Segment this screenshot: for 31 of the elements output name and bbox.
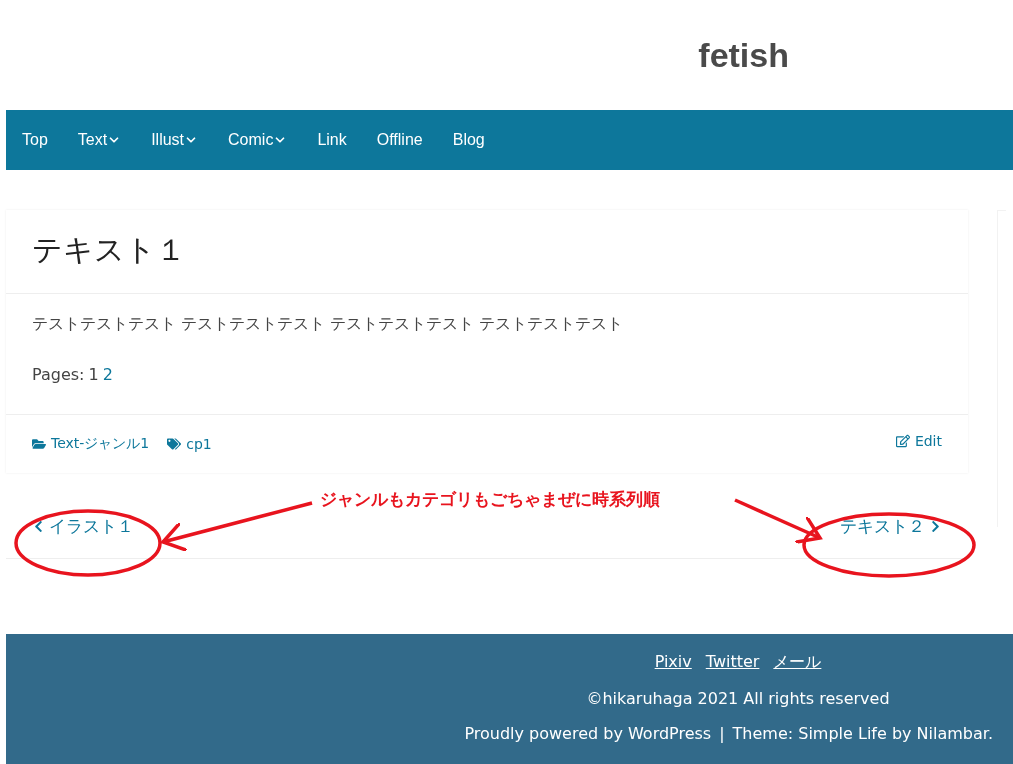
theme-credit: Theme: Simple Life by Nilambar. [732,724,993,743]
nav-item[interactable]: Link [317,131,347,149]
chevron-right-icon [929,520,942,533]
post-body: テストテストテスト テストテストテスト テストテストテスト テストテストテスト [32,314,625,335]
footer-link[interactable]: Twitter [705,652,760,673]
nav-item[interactable]: Top [22,131,48,149]
nav-item[interactable]: Offline [376,131,423,149]
tags-icon [167,437,182,451]
nav-item[interactable]: Comic [228,131,288,149]
tag-link[interactable]: cp1 [167,436,212,452]
post-title: テキスト１ [32,231,187,269]
site-title[interactable]: fetish [698,35,789,75]
chevron-left-icon [32,520,45,533]
footer-link[interactable]: Pixiv [654,652,692,673]
copyright-text: ©hikaruhaga 2021 All rights reserved [586,689,890,708]
edit-link[interactable]: Edit [895,433,942,449]
page-link[interactable]: 2 [102,365,113,384]
wordpress-credit[interactable]: Proudly powered by WordPress [464,724,712,743]
previous-post-link[interactable]: イラスト１ [32,515,134,538]
folder-icon [32,437,46,451]
next-post-link[interactable]: テキスト２ [840,515,942,538]
footer-link[interactable]: メール [773,652,822,673]
page-link[interactable]: 1 [88,365,99,384]
nav-item[interactable]: Blog [452,131,485,149]
nav-item[interactable]: Illust [151,131,199,149]
nav-item[interactable]: Text [77,131,122,149]
category-link[interactable]: Text-ジャンル1 [32,435,150,453]
separator: | [719,724,725,743]
pages-label: Pages: [32,365,85,384]
annotation-text: ジャンルもカテゴリもごちゃまぜに時系列順 [320,488,660,511]
edit-icon [895,434,910,448]
